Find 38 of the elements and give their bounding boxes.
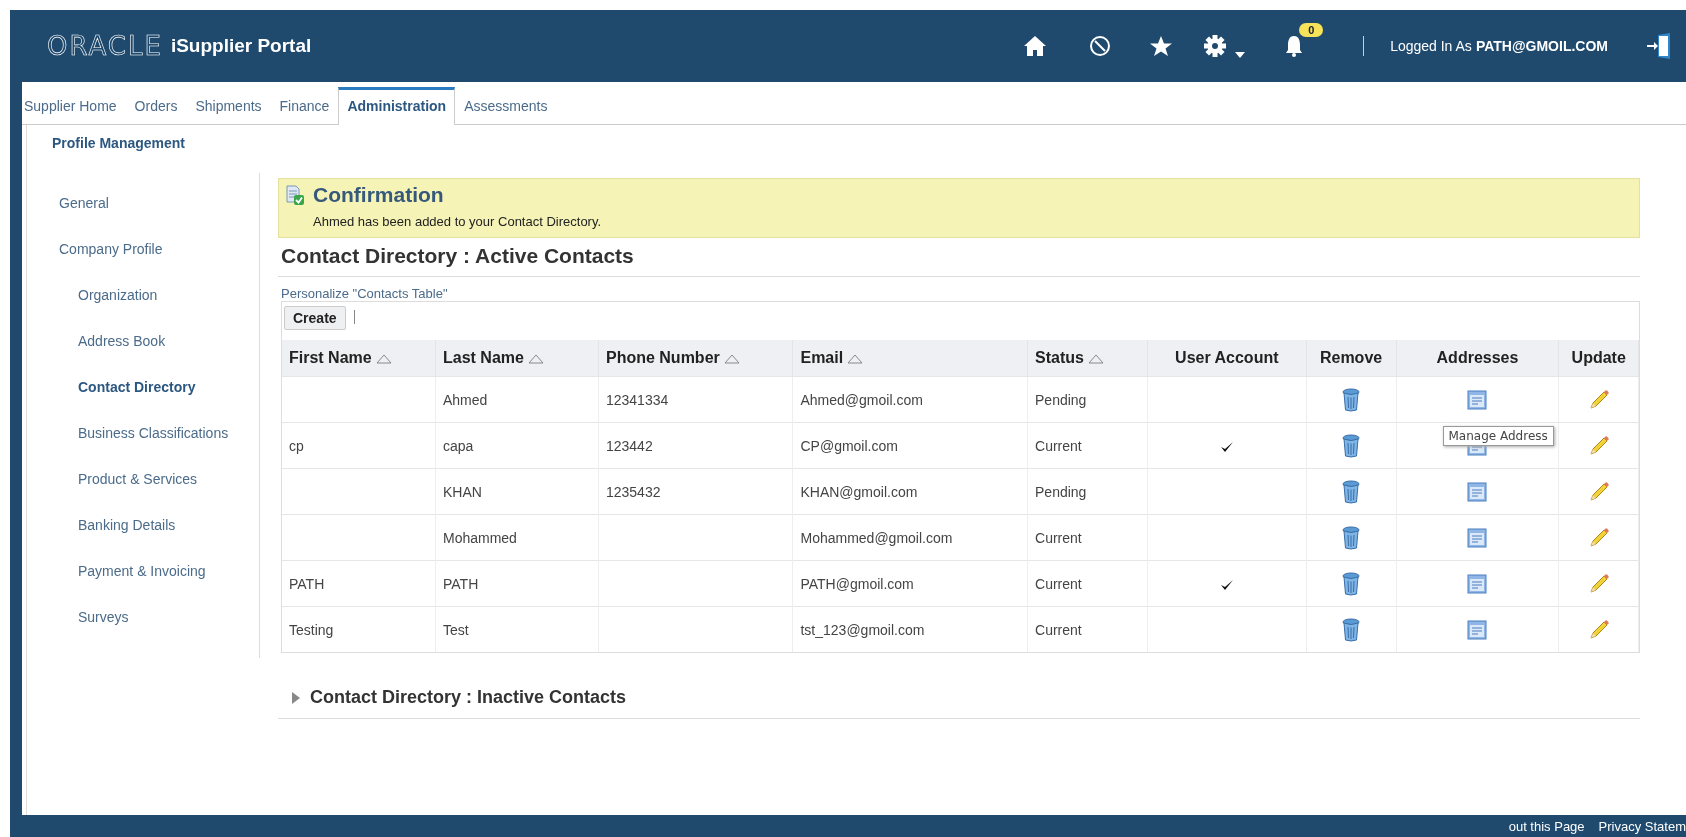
table-cell: capa	[435, 422, 599, 469]
table-cell: Current	[1027, 560, 1148, 607]
table-cell: Test	[435, 606, 599, 652]
column-header: Remove	[1306, 340, 1396, 377]
tooltip: Manage Address	[1442, 426, 1554, 446]
table-cell: PATH	[282, 560, 436, 607]
table-cell: 1235432	[598, 468, 793, 515]
column-header: Update	[1558, 340, 1639, 377]
column-header: User Account	[1147, 340, 1307, 377]
table-cell: Current	[1027, 422, 1148, 469]
user-label: Logged In As	[1390, 38, 1472, 54]
product-name: iSupplier Portal	[170, 35, 312, 57]
table-cell: PATH@gmoil.com	[792, 560, 1028, 607]
table-cell: 12341334	[598, 376, 793, 423]
table-cell: PATH	[435, 560, 599, 607]
logo-text: ORACLE	[47, 31, 163, 61]
table-cell: Ahmed	[435, 376, 599, 423]
table-cell: KHAN	[435, 468, 599, 515]
table-cell: Testing	[282, 606, 436, 652]
table-cell: Mohammed@gmoil.com	[792, 514, 1028, 561]
table-cell: Mohammed	[435, 514, 599, 561]
notification-badge: 0	[1299, 23, 1324, 37]
user-name: PATH@GMOIL.COM	[1475, 38, 1608, 54]
table-cell: CP@gmoil.com	[792, 422, 1028, 469]
table-cell: 123442	[598, 422, 793, 469]
table-cell: cp	[282, 422, 436, 469]
table-cell: tst_123@gmoil.com	[792, 606, 1028, 652]
table-cell: Current	[1027, 514, 1148, 561]
section-heading: Contact Directory : Inactive Contacts	[310, 687, 627, 708]
confirmation-message: Ahmed has been added to your Contact Directory.	[312, 214, 602, 229]
table-cell: Pending	[1027, 468, 1148, 515]
column-header: Addresses	[1396, 340, 1559, 377]
table-cell: Current	[1027, 606, 1148, 652]
section-heading: Contact Directory : Active Contacts	[278, 238, 1640, 277]
table-cell: KHAN@gmoil.com	[792, 468, 1028, 515]
table-cell: Pending	[1027, 376, 1148, 423]
table-cell: Ahmed@gmoil.com	[792, 376, 1028, 423]
confirmation-title: Confirmation	[313, 183, 444, 207]
